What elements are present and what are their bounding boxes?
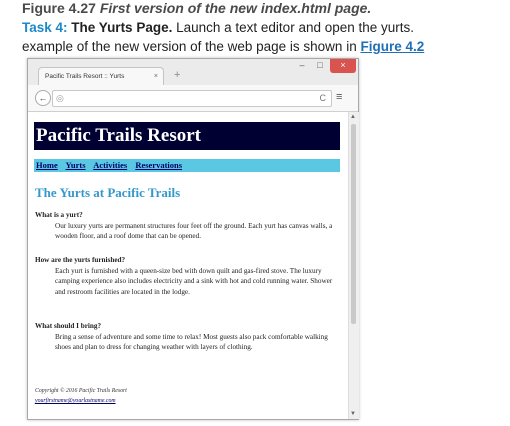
tab-close-icon[interactable]: ×: [154, 68, 158, 85]
browser-titlebar: Pacific Trails Resort :: Yurts × + – □ ×: [28, 59, 358, 85]
scroll-up-icon[interactable]: ▲: [350, 114, 356, 120]
page-footer: Copyright © 2016 Pacific Trails Resort y…: [35, 386, 127, 406]
reload-icon[interactable]: C: [320, 91, 327, 106]
task-label: Task 4:: [22, 20, 68, 35]
url-input[interactable]: ◎ C: [52, 90, 332, 107]
example-line: example of the new version of the web pa…: [22, 38, 510, 56]
menu-icon[interactable]: ≡: [336, 90, 342, 104]
tab-title: Pacific Trails Resort :: Yurts: [45, 73, 125, 80]
vertical-scrollbar[interactable]: ▲ ▼: [348, 112, 359, 419]
figure-reference-link[interactable]: Figure 4.2: [360, 39, 424, 54]
task-title: The Yurts Page.: [71, 20, 173, 35]
nav-link-activities[interactable]: Activities: [93, 160, 127, 170]
site-header: Pacific Trails Resort: [34, 122, 340, 150]
figure-label: Figure 4.27: [22, 0, 96, 16]
new-tab-button[interactable]: +: [174, 69, 180, 81]
email-link[interactable]: yourfirstname@yourlastname.com: [35, 396, 127, 406]
browser-window: Pacific Trails Resort :: Yurts × + – □ ×…: [27, 58, 359, 420]
faq-question: How are the yurts furnished?: [35, 256, 126, 264]
scroll-thumb[interactable]: [351, 124, 356, 324]
faq-answer: Our luxury yurts are permanent structure…: [55, 221, 333, 241]
figure-title-line: Figure 4.27 First version of the new ind…: [22, 0, 510, 17]
faq-item: How are the yurts furnished? Each yurt i…: [35, 255, 340, 297]
scroll-down-icon[interactable]: ▼: [350, 411, 356, 417]
faq-answer: Bring a sense of adventure and some time…: [55, 332, 328, 352]
page-heading: The Yurts at Pacific Trails: [35, 185, 181, 200]
browser-tab[interactable]: Pacific Trails Resort :: Yurts ×: [38, 67, 164, 85]
faq-answer: Each yurt is furnished with a queen-size…: [55, 266, 333, 296]
page-viewport: Pacific Trails Resort Home Yurts Activit…: [28, 112, 348, 419]
address-bar: ← ◎ C ≡: [28, 85, 358, 112]
nav-link-yurts[interactable]: Yurts: [66, 160, 86, 170]
back-arrow-icon[interactable]: ←: [35, 90, 51, 106]
task-line: Task 4: The Yurts Page. Launch a text ed…: [22, 18, 510, 38]
copyright-text: Copyright © 2016 Pacific Trails Resort: [35, 388, 127, 394]
task-text: Launch a text editor and open the yurts.: [176, 20, 415, 35]
faq-item: What is a yurt? Our luxury yurts are per…: [35, 210, 340, 242]
minimize-button[interactable]: –: [294, 59, 310, 73]
page-icon: ◎: [56, 93, 64, 103]
figure-description: First version of the new index.html page…: [99, 0, 372, 16]
figure-caption: Figure 4.27 First version of the new ind…: [22, 0, 510, 56]
example-text: example of the new version of the web pa…: [22, 39, 357, 54]
site-nav: Home Yurts Activities Reservations: [34, 159, 340, 172]
nav-link-home[interactable]: Home: [36, 160, 58, 170]
faq-item: What should I bring? Bring a sense of ad…: [35, 321, 340, 353]
close-window-button[interactable]: ×: [330, 59, 356, 73]
faq-question: What should I bring?: [35, 322, 102, 330]
faq-question: What is a yurt?: [35, 211, 83, 219]
nav-link-reservations[interactable]: Reservations: [135, 160, 182, 170]
maximize-button[interactable]: □: [312, 59, 328, 73]
